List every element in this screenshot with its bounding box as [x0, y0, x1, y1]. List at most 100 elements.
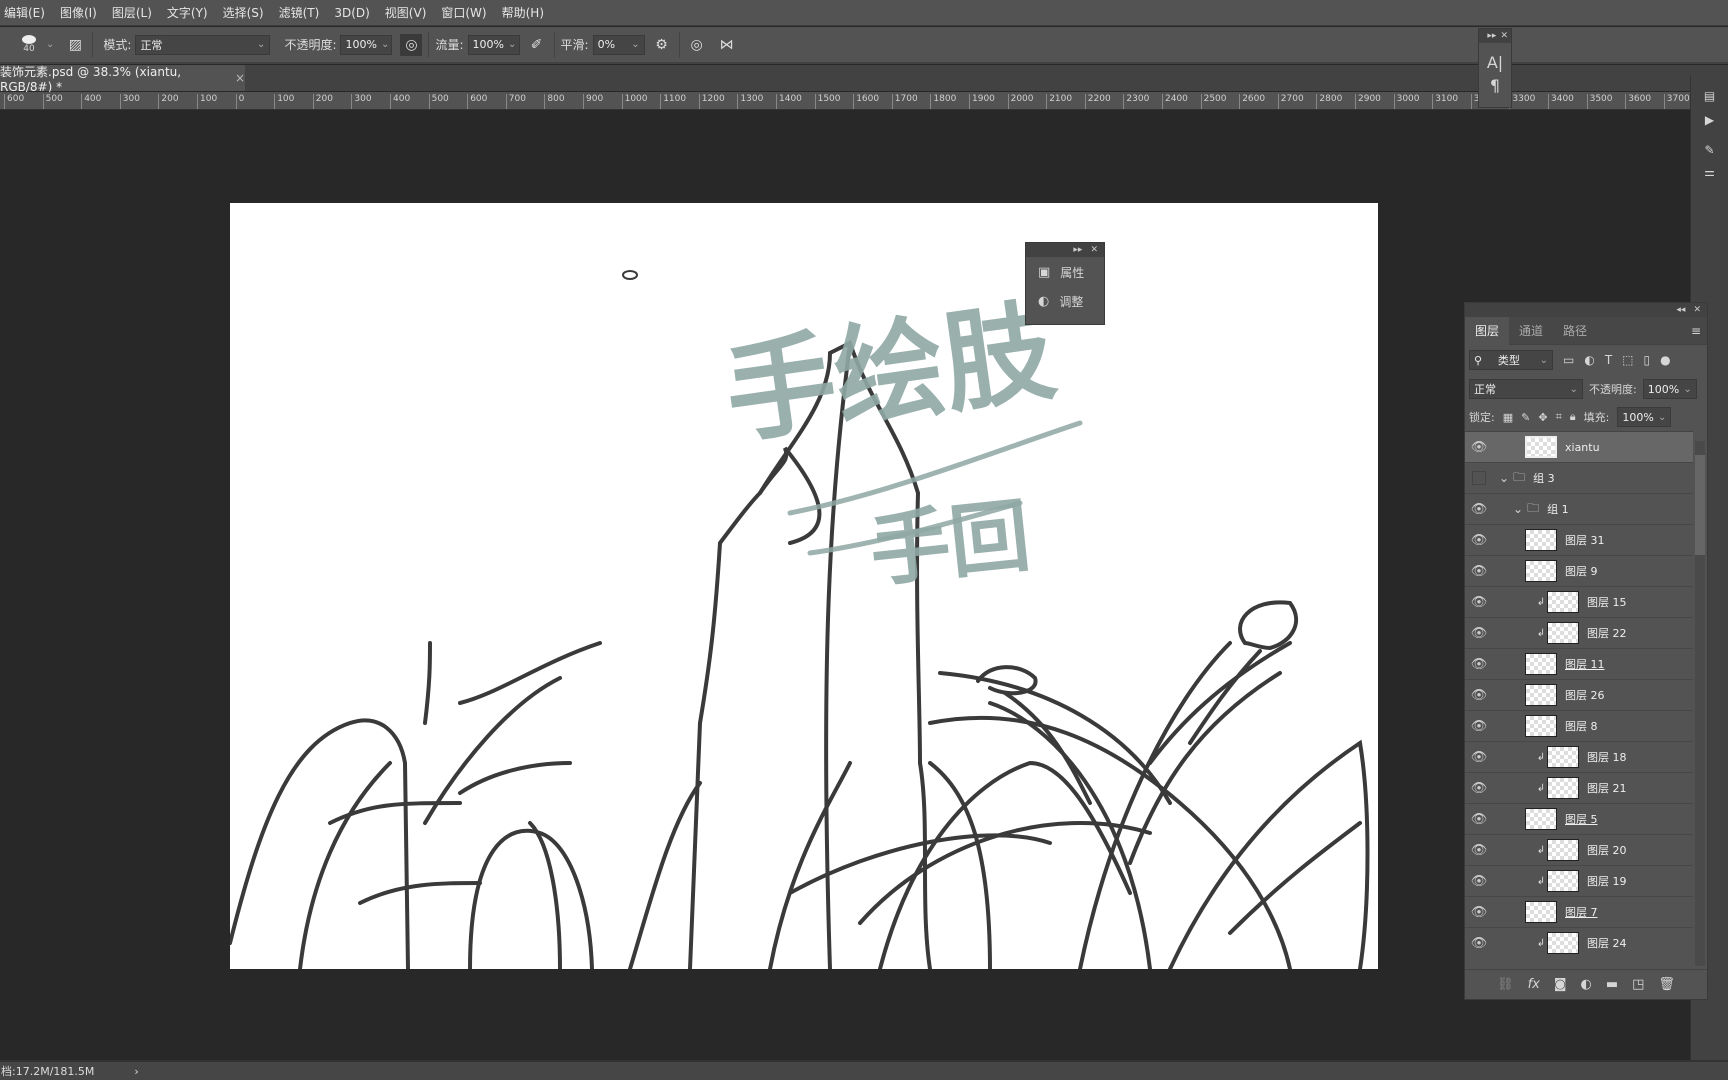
layer-row[interactable]: 👁︎ ↲ 图层 18 [1465, 742, 1693, 773]
tab-channels[interactable]: 通道 [1509, 317, 1553, 345]
layer-row[interactable]: 👁︎ 图层 7 [1465, 897, 1693, 928]
layer-row[interactable]: 👁︎ xiantu [1465, 432, 1693, 463]
layers-scrollbar[interactable] [1695, 441, 1705, 966]
layer-row[interactable]: 👁︎ ↲ 图层 15 [1465, 587, 1693, 618]
pressure-size-icon[interactable]: ◎ [686, 34, 708, 56]
airbrush-icon[interactable]: ✐ [526, 34, 548, 56]
menu-item[interactable]: 窗口(W) [441, 4, 486, 21]
eye-icon[interactable]: 👁︎ [1465, 874, 1493, 889]
layer-opacity-input[interactable]: 100% ⌄ [1642, 379, 1697, 399]
layer-row[interactable]: 👁︎ ↲ 图层 19 [1465, 866, 1693, 897]
menu-item[interactable]: 图像(I) [60, 4, 97, 21]
layer-row[interactable]: 👁︎ ↲ 图层 21 [1465, 773, 1693, 804]
layer-row[interactable]: 👁︎ 图层 31 [1465, 525, 1693, 556]
layer-row[interactable]: 👁︎ 图层 8 [1465, 711, 1693, 742]
new-group-icon[interactable]: ▬ [1606, 977, 1618, 992]
chevron-down-icon[interactable]: ⌄ [46, 39, 54, 50]
close-icon[interactable]: ✕ [1693, 305, 1701, 315]
lock-all-icon[interactable]: 🔒︎ [1570, 410, 1576, 424]
layer-row[interactable]: ⌄ 🗀 组 3 [1465, 463, 1693, 494]
close-icon[interactable]: ✕ [1500, 31, 1508, 41]
pressure-opacity-icon[interactable]: ◎ [400, 33, 423, 56]
fx-icon[interactable]: fx [1528, 977, 1540, 992]
eye-icon[interactable]: 👁︎ [1465, 502, 1493, 517]
eye-icon[interactable]: 👁︎ [1465, 905, 1493, 920]
eye-icon[interactable]: 👁︎ [1465, 781, 1493, 796]
collapse-icon[interactable]: ▸▸ [1073, 245, 1082, 255]
eye-icon[interactable]: 👁︎ [1465, 564, 1493, 579]
new-adjustment-icon[interactable]: ◐ [1580, 977, 1591, 992]
close-icon[interactable]: ✕ [1090, 245, 1098, 255]
menu-item[interactable]: 滤镜(T) [279, 4, 320, 21]
menu-item[interactable]: 选择(S) [223, 4, 264, 21]
menu-item[interactable]: 图层(L) [112, 4, 152, 21]
filter-adjustment-icon[interactable]: ◐ [1584, 353, 1594, 367]
flow-input[interactable]: 100% ⌄ [467, 34, 520, 55]
symmetry-butterfly-icon[interactable]: ⋈ [716, 34, 738, 56]
adjust-sliders-icon[interactable]: ⚌ [1691, 165, 1728, 179]
filter-shape-icon[interactable]: ⬚ [1622, 353, 1633, 367]
actions-play-icon[interactable]: ▶ [1691, 113, 1728, 127]
filter-pixel-icon[interactable]: ▭ [1563, 353, 1574, 367]
tab-layers[interactable]: 图层 [1465, 316, 1510, 345]
menu-item[interactable]: 帮助(H) [502, 4, 544, 21]
collapse-icon[interactable]: ▸▸ [1487, 31, 1496, 41]
menu-item[interactable]: 编辑(E) [4, 4, 45, 21]
smoothing-input[interactable]: 0% ⌄ [592, 34, 645, 55]
menu-item[interactable]: 视图(V) [385, 4, 427, 21]
filter-smart-object-icon[interactable]: ▯ [1644, 353, 1651, 367]
history-icon[interactable]: ▤ [1691, 89, 1728, 103]
panel-menu-icon[interactable]: ≡ [1691, 324, 1701, 338]
lock-pixels-icon[interactable]: ✎ [1521, 411, 1530, 424]
fill-input[interactable]: 100% ⌄ [1617, 407, 1672, 427]
layer-row[interactable]: 👁︎ ↲ 图层 22 [1465, 618, 1693, 649]
visibility-toggle[interactable] [1472, 471, 1486, 485]
eye-icon[interactable]: 👁︎ [1465, 843, 1493, 858]
adjustments-button[interactable]: ◐ 调整 [1026, 287, 1104, 315]
filter-type-icon[interactable]: T [1605, 353, 1612, 367]
opacity-input[interactable]: 100% ⌄ [340, 34, 393, 55]
filter-toggle-icon[interactable]: ● [1660, 353, 1670, 367]
layer-row[interactable]: 👁︎ ↲ 图层 20 [1465, 835, 1693, 866]
eye-icon[interactable]: 👁︎ [1465, 626, 1493, 641]
close-tab-icon[interactable]: × [235, 71, 245, 85]
collapse-icon[interactable]: ◂◂ [1676, 305, 1685, 315]
brush-preset-picker[interactable]: 40 [16, 27, 42, 63]
document-tab[interactable]: 装饰元素.psd @ 38.3% (xiantu, RGB/8#) * × [0, 65, 245, 94]
eye-icon[interactable]: 👁︎ [1465, 812, 1493, 827]
eye-icon[interactable]: 👁︎ [1465, 750, 1493, 765]
layer-row[interactable]: 👁︎ ↲ 图层 24 [1465, 928, 1693, 956]
layer-row[interactable]: 👁︎ 图层 9 [1465, 556, 1693, 587]
eye-icon[interactable]: 👁︎ [1465, 533, 1493, 548]
eye-icon[interactable]: 👁︎ [1465, 440, 1493, 455]
blend-mode-select[interactable]: 正常 ⌄ [1469, 379, 1583, 399]
mode-select[interactable]: 正常 ⌄ [135, 34, 271, 55]
new-layer-icon[interactable]: ◳ [1632, 977, 1644, 992]
brush-settings-icon[interactable]: ▨ [64, 34, 86, 56]
expand-chevron-icon[interactable]: ⌄ [1499, 471, 1509, 485]
layer-row[interactable]: 👁︎ 图层 11 [1465, 649, 1693, 680]
menu-item[interactable]: 3D(D) [334, 6, 369, 20]
delete-layer-icon[interactable]: 🗑︎ [1658, 977, 1675, 992]
eye-icon[interactable]: 👁︎ [1465, 688, 1493, 703]
menu-item[interactable]: 文字(Y) [167, 4, 208, 21]
eye-icon[interactable]: 👁︎ [1465, 657, 1493, 672]
status-menu-arrow[interactable]: › [134, 1065, 138, 1078]
gear-icon[interactable]: ⚙ [651, 34, 673, 56]
eye-icon[interactable]: 👁︎ [1465, 936, 1493, 951]
eye-icon[interactable]: 👁︎ [1465, 595, 1493, 610]
character-panel-button[interactable]: A| [1479, 53, 1511, 72]
expand-chevron-icon[interactable]: ⌄ [1513, 502, 1523, 516]
add-mask-icon[interactable]: ◙ [1554, 977, 1567, 992]
layer-row[interactable]: 👁︎ ⌄ 🗀 组 1 [1465, 494, 1693, 525]
brush-settings-icon[interactable]: ✎ [1691, 143, 1728, 157]
paragraph-panel-button[interactable]: ¶ [1479, 76, 1511, 95]
tab-paths[interactable]: 路径 [1553, 317, 1597, 345]
lock-transparency-icon[interactable]: ▦ [1503, 411, 1513, 424]
eye-icon[interactable]: 👁︎ [1465, 719, 1493, 734]
layer-row[interactable]: 👁︎ 图层 26 [1465, 680, 1693, 711]
canvas[interactable]: 手绘肢 手回 [230, 203, 1378, 969]
link-layers-icon[interactable]: ⛓ [1497, 977, 1514, 992]
lock-position-icon[interactable]: ✥ [1538, 411, 1547, 424]
lock-artboard-icon[interactable]: ⌗ [1556, 410, 1562, 424]
